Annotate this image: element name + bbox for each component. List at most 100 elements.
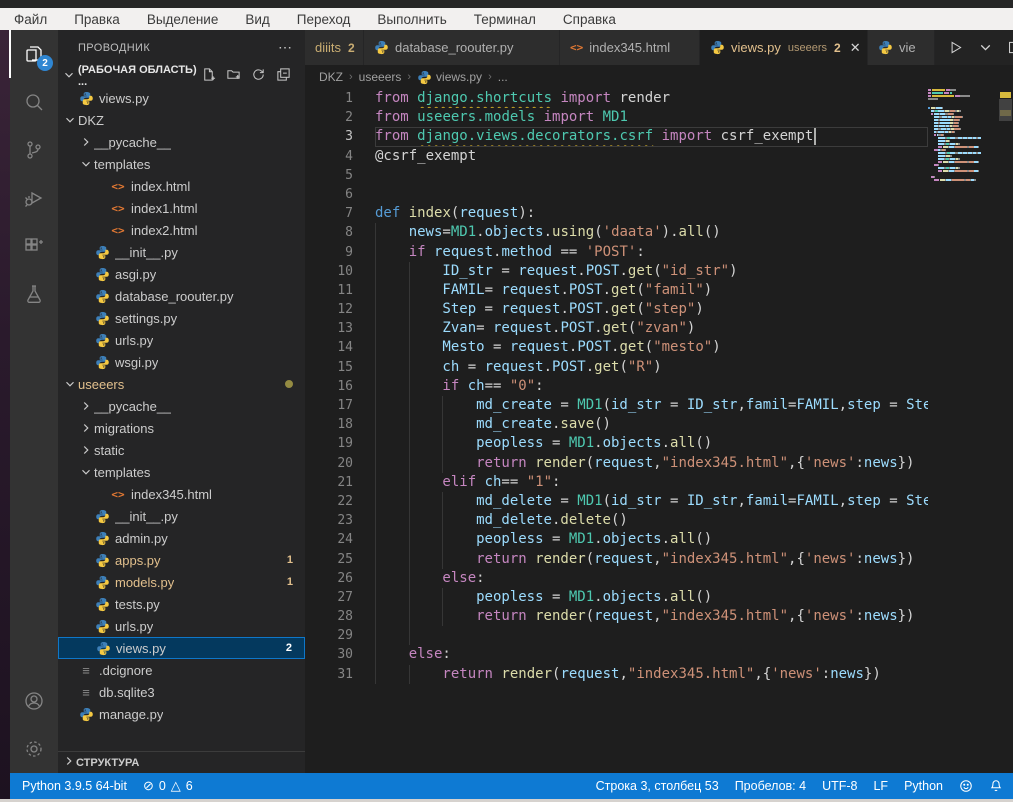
breadcrumb-item[interactable]: useeers — [359, 70, 402, 84]
menu-3[interactable]: Выделение — [147, 12, 219, 27]
code-editor[interactable]: 1from django.shortcuts import render2fro… — [305, 89, 1013, 761]
tree-item-useeers[interactable]: useeers — [58, 373, 305, 395]
explorer-icon[interactable]: 2 — [9, 30, 59, 78]
code-token: . — [544, 224, 552, 240]
eol-status[interactable]: LF — [873, 779, 888, 793]
code-line-3: 3from django.views.decorators.csrf impor… — [305, 127, 928, 146]
tree-item-label: index1.html — [131, 201, 197, 216]
tree-item--init-py[interactable]: __init__.py — [58, 505, 305, 527]
outline-section-header[interactable]: СТРУКТУРА — [58, 751, 305, 773]
tree-item-label: db.sqlite3 — [99, 685, 155, 700]
menu-4[interactable]: Вид — [245, 12, 269, 27]
vertical-scrollbar[interactable] — [999, 99, 1012, 121]
code-line-27: 27 peopless = MD1.objects.all() — [305, 588, 928, 607]
python-version-status[interactable]: Python 3.9.5 64-bit — [22, 779, 127, 793]
modified-dot-icon — [285, 380, 293, 388]
tree-item-templates[interactable]: templates — [58, 153, 305, 175]
code-token: POST — [577, 339, 611, 355]
code-line-23: 23 md_delete.delete() — [305, 511, 928, 530]
bell-icon[interactable] — [989, 779, 1003, 793]
tree-item-index2-html[interactable]: <>index2.html — [58, 219, 305, 241]
testing-icon[interactable] — [10, 270, 58, 318]
tree-item-index345-html[interactable]: <>index345.html — [58, 483, 305, 505]
tab-views-py[interactable]: views.pyuseeers2✕ — [700, 30, 868, 65]
code-line-8: 8 news=MD1.objects.using('daata').all() — [305, 223, 928, 242]
tree-item-migrations[interactable]: migrations — [58, 417, 305, 439]
extensions-icon[interactable] — [10, 222, 58, 270]
language-mode-status[interactable]: Python — [904, 779, 943, 793]
tree-item--pycache-[interactable]: __pycache__ — [58, 131, 305, 153]
menu-8[interactable]: Справка — [563, 12, 616, 27]
tree-item--init-py[interactable]: __init__.py — [58, 241, 305, 263]
settings-icon[interactable] — [10, 725, 58, 773]
code-token: all — [670, 589, 695, 605]
code-token: ( — [586, 608, 594, 624]
menu-1[interactable]: Файл — [14, 12, 47, 27]
account-icon[interactable] — [10, 677, 58, 725]
tree-item-apps-py[interactable]: apps.py1 — [58, 549, 305, 571]
tree-item-database-roouter-py[interactable]: database_roouter.py — [58, 285, 305, 307]
split-editor-icon[interactable] — [1007, 39, 1013, 56]
cursor-position-status[interactable]: Строка 3, столбец 53 — [596, 779, 719, 793]
tab-description: useeers — [788, 42, 827, 54]
workspace-section-header[interactable]: (РАБОЧАЯ ОБЛАСТЬ) ... — [58, 65, 305, 87]
activity-bar: 2 — [10, 30, 58, 773]
tree-item-asgi-py[interactable]: asgi.py — [58, 263, 305, 285]
tree-item--pycache-[interactable]: __pycache__ — [58, 395, 305, 417]
code-token: }) — [898, 608, 915, 624]
tree-item-manage-py[interactable]: manage.py — [58, 703, 305, 725]
menu-2[interactable]: Правка — [74, 12, 120, 27]
tree-item-urls-py[interactable]: urls.py — [58, 615, 305, 637]
minimap[interactable] — [928, 89, 998, 182]
refresh-icon[interactable] — [251, 67, 266, 85]
code-token: () — [594, 416, 611, 432]
encoding-status[interactable]: UTF-8 — [822, 779, 857, 793]
code-token: = — [476, 320, 493, 336]
tab-vie[interactable]: vie — [868, 30, 935, 65]
tab-diiits[interactable]: diiits2 — [305, 30, 364, 65]
problems-status[interactable]: ⊘ 0 △ 6 — [143, 778, 193, 794]
collapse-all-icon[interactable] — [276, 67, 291, 85]
code-line-24: 24 peopless = MD1.objects.all() — [305, 530, 928, 549]
tree-item-views-py[interactable]: views.py2 — [58, 637, 305, 659]
tree-item-index1-html[interactable]: <>index1.html — [58, 197, 305, 219]
tab-index345-html[interactable]: <>index345.html — [560, 30, 700, 65]
code-token: if — [442, 378, 459, 394]
tree-item-tests-py[interactable]: tests.py — [58, 593, 305, 615]
tree-item-admin-py[interactable]: admin.py — [58, 527, 305, 549]
tree-item--dcignore[interactable]: ≡.dcignore — [58, 659, 305, 681]
tree-item-settings-py[interactable]: settings.py — [58, 307, 305, 329]
menu-7[interactable]: Терминал — [474, 12, 536, 27]
editor-actions: ⋯ — [935, 30, 1013, 65]
breadcrumb-item[interactable]: views.py — [436, 70, 482, 84]
menu-5[interactable]: Переход — [297, 12, 351, 27]
workspace-label: (РАБОЧАЯ ОБЛАСТЬ) ... — [78, 64, 201, 88]
tab-database-roouter-py[interactable]: database_roouter.py — [364, 30, 560, 65]
tree-item-index-html[interactable]: <>index.html — [58, 175, 305, 197]
breadcrumb-item[interactable]: DKZ — [319, 70, 343, 84]
search-icon[interactable] — [10, 78, 58, 126]
run-icon[interactable] — [947, 39, 964, 56]
tree-item-wsgi-py[interactable]: wsgi.py — [58, 351, 305, 373]
new-file-icon[interactable] — [201, 67, 216, 85]
indentation-status[interactable]: Пробелов: 4 — [735, 779, 806, 793]
tree-item-models-py[interactable]: models.py1 — [58, 571, 305, 593]
tree-item-templates[interactable]: templates — [58, 461, 305, 483]
feedback-icon[interactable] — [959, 779, 973, 793]
code-lines: 1from django.shortcuts import render2fro… — [305, 89, 928, 684]
tree-item-views-py[interactable]: views.py — [58, 87, 305, 109]
menu-6[interactable]: Выполнить — [377, 12, 446, 27]
run-dropdown-icon[interactable] — [977, 39, 994, 56]
run-debug-icon[interactable] — [10, 174, 58, 222]
breadcrumb-item[interactable]: ... — [498, 70, 508, 84]
tree-item-urls-py[interactable]: urls.py — [58, 329, 305, 351]
tree-item-dkz[interactable]: DKZ — [58, 109, 305, 131]
close-icon[interactable]: ✕ — [850, 40, 861, 56]
source-control-icon[interactable] — [10, 126, 58, 174]
sidebar-more-actions-icon[interactable]: ⋯ — [278, 39, 293, 56]
tree-item-db-sqlite3[interactable]: ≡db.sqlite3 — [58, 681, 305, 703]
code-token: objects — [603, 435, 662, 451]
new-folder-icon[interactable] — [226, 67, 241, 85]
tree-item-static[interactable]: static — [58, 439, 305, 461]
chevron-down-icon — [78, 465, 94, 479]
